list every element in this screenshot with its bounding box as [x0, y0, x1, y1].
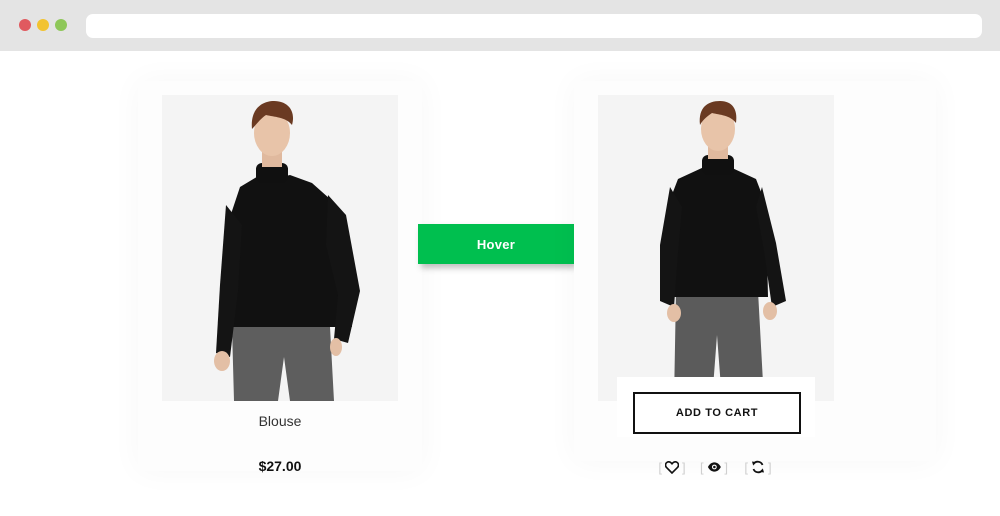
compare-button[interactable]: [ ] — [744, 457, 772, 477]
minimize-window-button[interactable] — [37, 19, 49, 31]
product-image-hover[interactable] — [598, 95, 834, 401]
eye-icon — [707, 462, 721, 472]
product-actions: [ ] [ ] [] — [658, 457, 778, 477]
model-figure — [660, 101, 786, 401]
page-content: Blouse $27.00 Hover ADD TO CART [] [] … — [0, 51, 1000, 516]
add-to-cart-button[interactable]: ADD TO CART — [633, 392, 801, 434]
model-figure — [214, 101, 360, 401]
browser-titlebar — [0, 0, 1000, 51]
hover-label: Hover — [418, 224, 574, 264]
address-bar[interactable] — [86, 14, 982, 38]
product-price: $27.00 — [258, 458, 302, 474]
wishlist-button[interactable]: [ ] — [658, 457, 686, 477]
product-image[interactable] — [162, 95, 398, 401]
browser-window: Blouse $27.00 Hover ADD TO CART [] [] … — [0, 0, 1000, 516]
refresh-icon — [752, 460, 764, 474]
product-title[interactable]: Blouse — [160, 413, 400, 429]
heart-icon — [665, 460, 679, 474]
close-window-button[interactable] — [19, 19, 31, 31]
quick-view-button[interactable]: [ ] — [700, 457, 728, 477]
maximize-window-button[interactable] — [55, 19, 67, 31]
